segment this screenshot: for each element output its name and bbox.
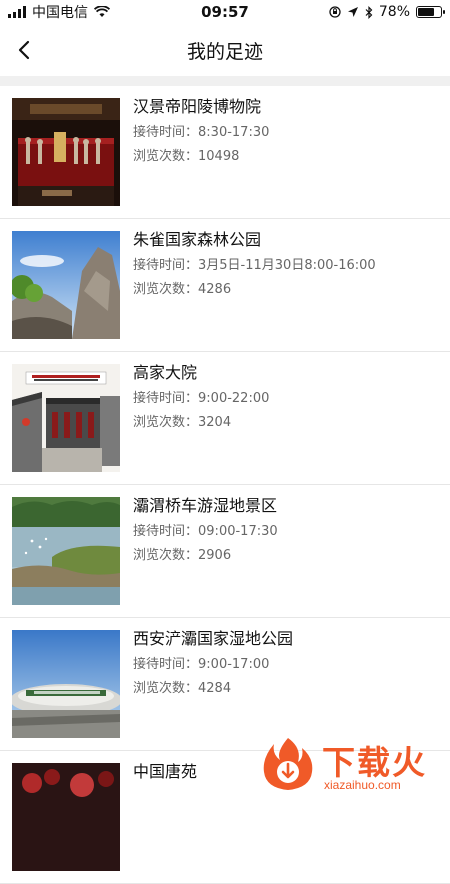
- list-item[interactable]: 高家大院 接待时间：9:00-22:00 浏览次数：3204: [0, 352, 450, 485]
- reception-time: 3月5日-11月30日8:00-16:00: [198, 258, 376, 273]
- wetland-image: [12, 497, 120, 605]
- reception-time: 9:00-22:00: [198, 391, 270, 406]
- garden-image: [12, 763, 120, 871]
- item-name: 灞渭桥车游湿地景区: [133, 496, 278, 515]
- watermark-domain: xiazaihuo.com: [324, 778, 401, 792]
- signal-icon: [8, 6, 26, 18]
- view-count: 4284: [198, 681, 232, 696]
- page-title: 我的足迹: [186, 40, 263, 63]
- bluetooth-icon: [365, 5, 373, 19]
- views-label: 浏览次数：: [133, 415, 199, 430]
- nav-bar: 我的足迹: [0, 24, 450, 76]
- item-thumbnail: [12, 364, 120, 472]
- section-divider: [0, 76, 450, 86]
- views-label: 浏览次数：: [133, 149, 199, 164]
- list-item[interactable]: 朱雀国家森林公园 接待时间：3月5日-11月30日8:00-16:00 浏览次数…: [0, 219, 450, 352]
- views-label: 浏览次数：: [133, 282, 199, 297]
- back-button[interactable]: [6, 32, 42, 68]
- view-count: 2906: [198, 548, 232, 563]
- watermark-brand: 下载火: [322, 743, 427, 782]
- reception-label: 接待时间：: [133, 125, 199, 140]
- location-arrow-icon: [347, 7, 358, 17]
- reception-label: 接待时间：: [133, 524, 199, 539]
- museum-image: [12, 98, 120, 206]
- item-thumbnail: [12, 231, 120, 339]
- wifi-icon: [94, 6, 110, 17]
- item-name: 汉景帝阳陵博物院: [133, 97, 262, 116]
- carrier-label: 中国电信: [32, 5, 88, 21]
- park-image: [12, 630, 120, 738]
- forest-image: [12, 231, 120, 339]
- orientation-lock-icon: [329, 6, 341, 18]
- reception-label: 接待时间：: [133, 391, 199, 406]
- reception-time: 09:00-17:30: [198, 524, 278, 539]
- reception-label: 接待时间：: [133, 258, 199, 273]
- list-item[interactable]: 灞渭桥车游湿地景区 接待时间：09:00-17:30 浏览次数：2906: [0, 485, 450, 618]
- view-count: 3204: [198, 415, 232, 430]
- status-bar: 中国电信 09:57 78%: [0, 0, 450, 24]
- item-name: 高家大院: [133, 363, 198, 382]
- chevron-left-icon: [18, 40, 30, 60]
- item-name: 西安浐灞国家湿地公园: [133, 629, 294, 648]
- views-label: 浏览次数：: [133, 548, 199, 563]
- flame-logo-icon: [263, 738, 313, 790]
- item-thumbnail: [12, 98, 120, 206]
- watermark: 下载火 xiazaihuo.com: [258, 734, 444, 796]
- reception-label: 接待时间：: [133, 657, 199, 672]
- item-thumbnail: [12, 630, 120, 738]
- reception-time: 9:00-17:00: [198, 657, 270, 672]
- list-item[interactable]: 汉景帝阳陵博物院 接待时间：8:30-17:30 浏览次数：10498: [0, 86, 450, 219]
- item-thumbnail: [12, 497, 120, 605]
- item-name: 朱雀国家森林公园: [133, 230, 262, 249]
- list-item[interactable]: 西安浐灞国家湿地公园 接待时间：9:00-17:00 浏览次数：4284: [0, 618, 450, 751]
- battery-percent: 78%: [378, 4, 410, 20]
- battery-icon: [416, 6, 445, 18]
- courtyard-image: [12, 364, 120, 472]
- reception-time: 8:30-17:30: [198, 125, 270, 140]
- view-count: 4286: [198, 282, 232, 297]
- view-count: 10498: [198, 149, 240, 164]
- item-thumbnail: [12, 763, 120, 871]
- views-label: 浏览次数：: [133, 681, 199, 696]
